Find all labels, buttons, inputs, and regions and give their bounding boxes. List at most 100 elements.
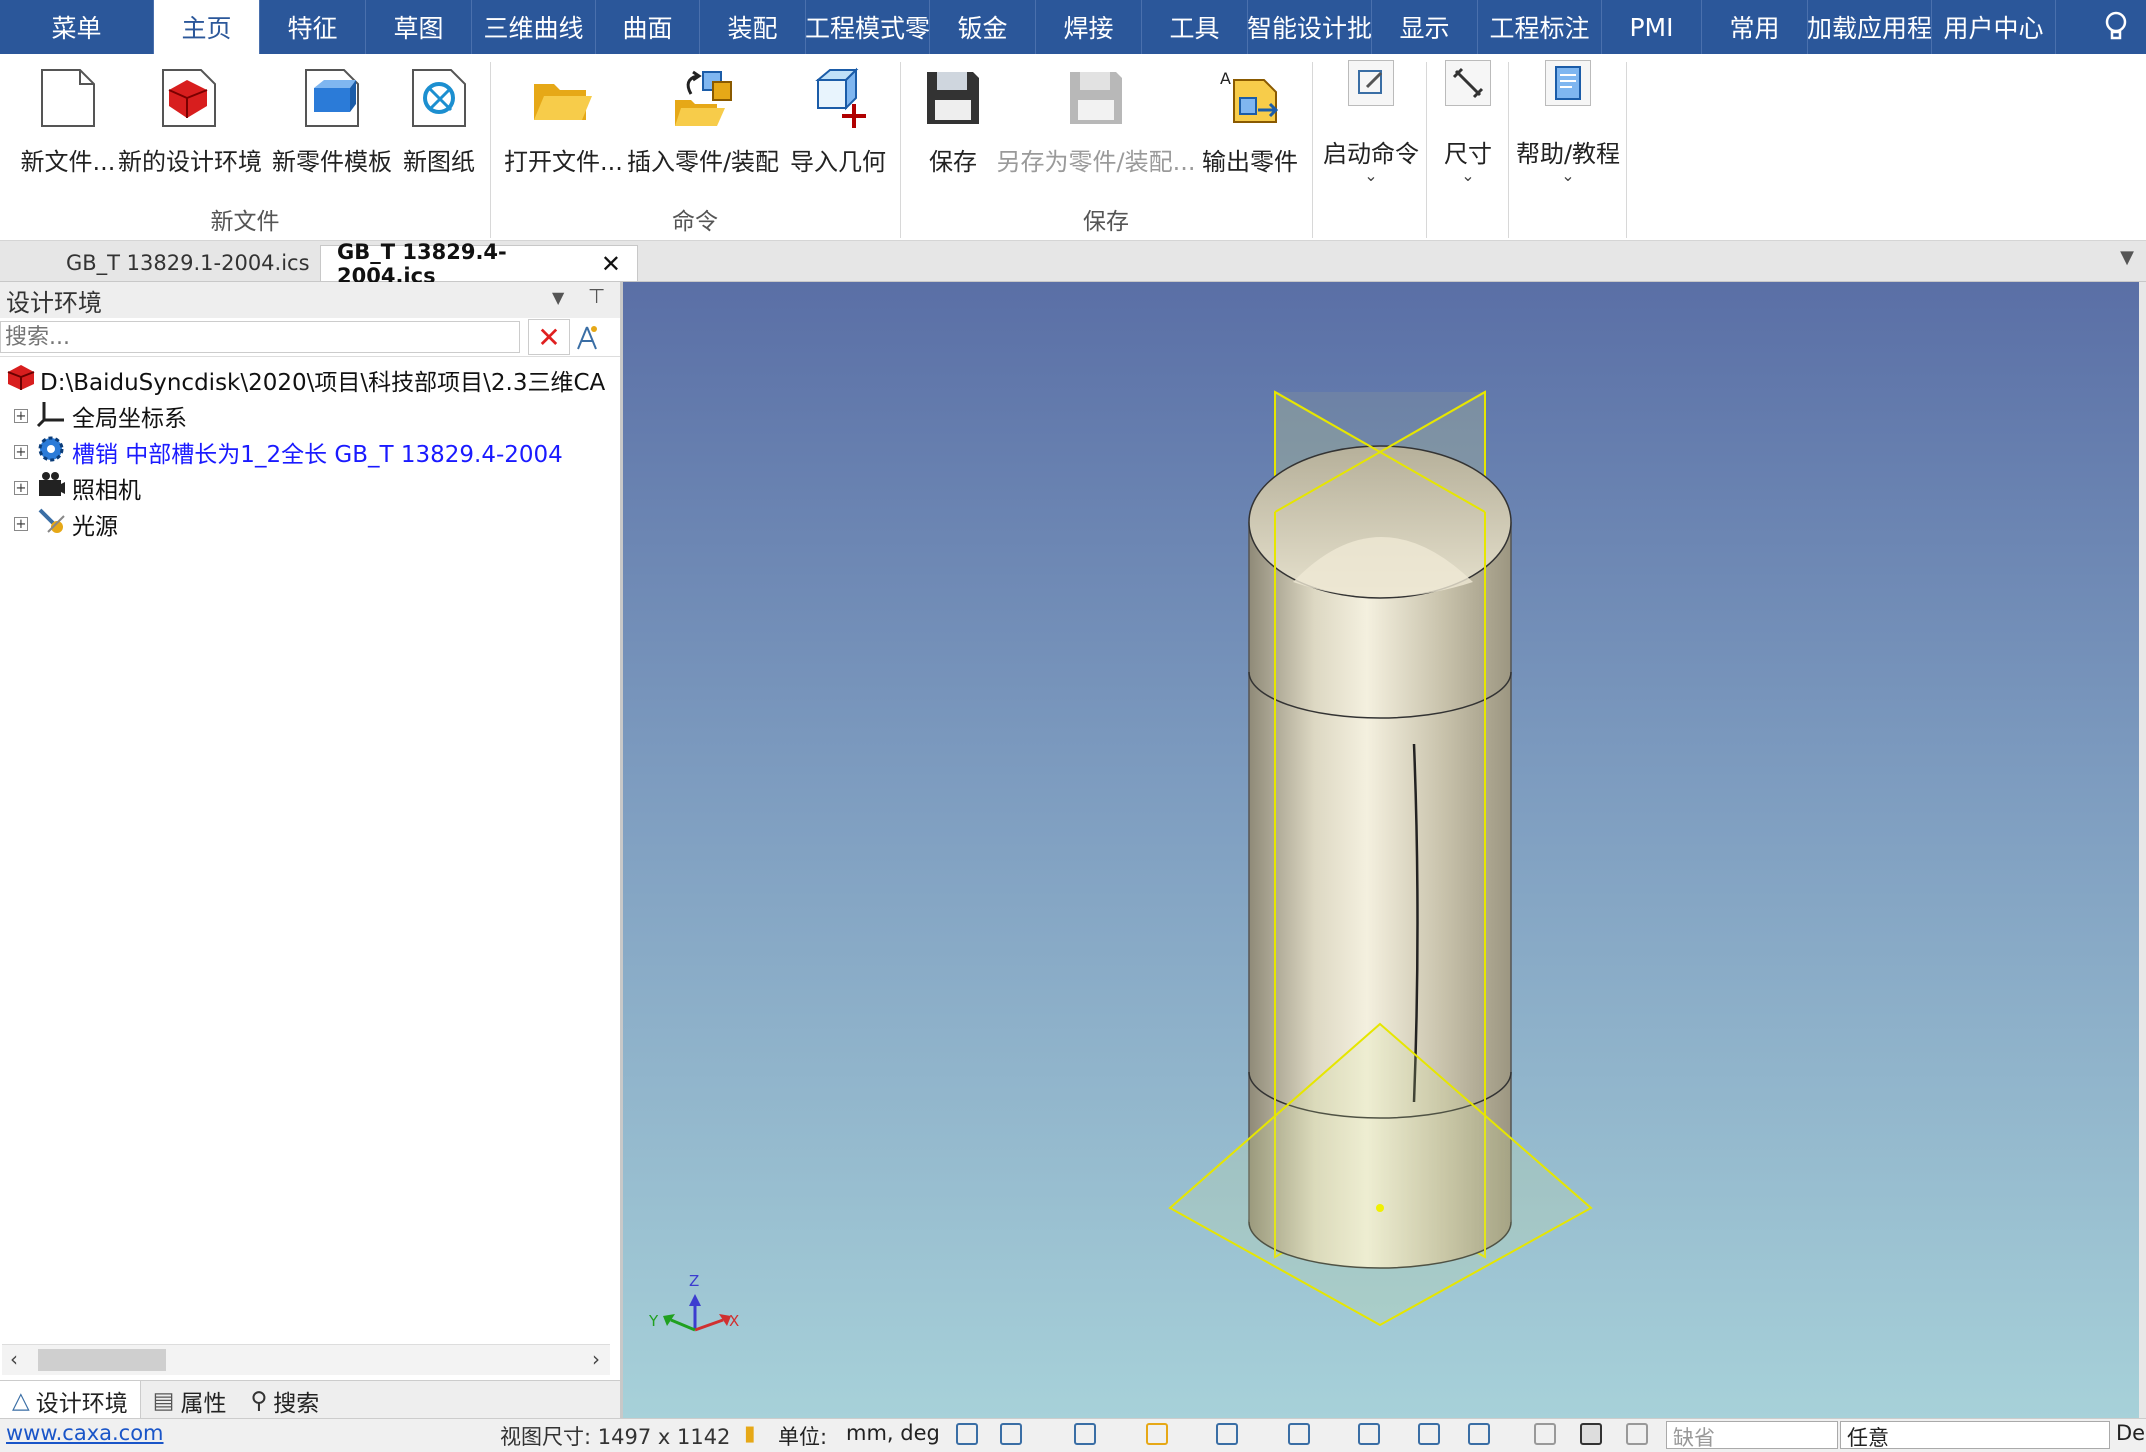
- select-filter-icon[interactable]: [1626, 1423, 1648, 1445]
- redo-icon[interactable]: [1534, 1423, 1556, 1445]
- tree-filter-icon[interactable]: [570, 320, 604, 354]
- panel-tab-label: 设计环境: [35, 1391, 128, 1417]
- floppy-disk-icon: [921, 66, 985, 130]
- save-as-part-button[interactable]: 另存为零件/装配...: [996, 66, 1196, 177]
- tab-menu[interactable]: 菜单: [0, 0, 154, 54]
- ribbon-panel: 新文件... 新的设计环境 新零件模板 新图纸 新文件 打开文件... 插入零件…: [0, 54, 2146, 241]
- new-design-env-label: 新的设计环境: [118, 148, 262, 176]
- insert-part-label: 插入零件/装配: [626, 148, 780, 176]
- panel-tab-label: 搜索: [273, 1391, 320, 1417]
- axis-x-label: X: [729, 1312, 739, 1330]
- start-command-button[interactable]: 启动命令 ⌄: [1318, 60, 1424, 184]
- box-view-icon[interactable]: [1216, 1423, 1238, 1445]
- panel-tab-search[interactable]: ⚲ 搜索: [238, 1381, 331, 1421]
- svg-text:A: A: [1220, 69, 1231, 88]
- origin-point[interactable]: [1376, 1204, 1384, 1212]
- camera-orbit-icon[interactable]: [1288, 1423, 1310, 1445]
- export-part-button[interactable]: A 输出零件: [1198, 66, 1302, 177]
- dimension-button[interactable]: 尺寸 ⌄: [1430, 60, 1506, 184]
- tab-welding[interactable]: 焊接: [1036, 0, 1142, 54]
- tree-item-light[interactable]: + 光源: [0, 506, 118, 542]
- tab-load-apps[interactable]: 加载应用程: [1808, 0, 1932, 54]
- tab-smart-design[interactable]: 智能设计批: [1248, 0, 1372, 54]
- tree-item-camera[interactable]: + 照相机: [0, 470, 141, 506]
- expand-icon[interactable]: +: [14, 517, 28, 531]
- clear-search-button[interactable]: ✕: [528, 319, 570, 355]
- ruler-icon: ▮: [744, 1421, 756, 1445]
- camera-icon: [36, 470, 66, 506]
- scroll-right-icon[interactable]: ›: [592, 1347, 600, 1371]
- expand-icon[interactable]: +: [14, 409, 28, 423]
- tab-assembly[interactable]: 装配: [700, 0, 806, 54]
- tab-home[interactable]: 主页: [154, 0, 260, 54]
- horizontal-scrollbar[interactable]: ‹ ›: [2, 1344, 610, 1375]
- tab-sheet-metal[interactable]: 钣金: [930, 0, 1036, 54]
- help-button[interactable]: 帮助/教程 ⌄: [1512, 60, 1624, 184]
- tree-item-global-coords[interactable]: + 全局坐标系: [0, 398, 187, 434]
- panel-tab-properties[interactable]: ▤ 属性: [141, 1381, 239, 1421]
- doc-tab-label: GB_T 13829.4-2004.ics: [337, 239, 507, 288]
- lightbulb-icon[interactable]: [2086, 0, 2146, 54]
- open-file-button[interactable]: 打开文件...: [504, 66, 623, 177]
- new-file-button[interactable]: 新文件...: [18, 66, 118, 177]
- filter-combo-any[interactable]: 任意: [1840, 1421, 2110, 1450]
- import-geometry-button[interactable]: 导入几何: [786, 66, 890, 177]
- tab-sketch[interactable]: 草图: [366, 0, 472, 54]
- close-icon[interactable]: ✕: [601, 250, 621, 278]
- panel-tab-design-env[interactable]: △ 设计环境: [0, 1381, 141, 1421]
- insert-part-button[interactable]: 插入零件/装配: [624, 66, 782, 177]
- view-orientation-icon[interactable]: [956, 1423, 978, 1445]
- tab-user-center[interactable]: 用户中心: [1932, 0, 2056, 54]
- units-value[interactable]: mm, deg: [846, 1421, 940, 1445]
- new-part-template-button[interactable]: 新零件模板: [270, 66, 394, 177]
- tab-engineering-mode[interactable]: 工程模式零: [806, 0, 930, 54]
- tab-features[interactable]: 特征: [260, 0, 366, 54]
- zoom-icon[interactable]: [1000, 1423, 1022, 1445]
- tab-3d-curve[interactable]: 三维曲线: [472, 0, 596, 54]
- tab-annotation[interactable]: 工程标注: [1478, 0, 1602, 54]
- tab-common[interactable]: 常用: [1702, 0, 1808, 54]
- visibility-icon[interactable]: [1418, 1423, 1440, 1445]
- search-input[interactable]: [0, 321, 520, 353]
- tab-surface[interactable]: 曲面: [596, 0, 700, 54]
- pin-icon[interactable]: ⊤: [588, 284, 605, 308]
- save-button[interactable]: 保存: [920, 66, 986, 177]
- cube-icon[interactable]: [1468, 1423, 1490, 1445]
- 3d-viewport[interactable]: Z Y X: [623, 282, 2139, 1418]
- select-cursor-icon[interactable]: [1580, 1423, 1602, 1445]
- vertical-scrollbar[interactable]: [2139, 282, 2146, 1418]
- render-mode-icon[interactable]: [1074, 1423, 1096, 1445]
- axis-triad: Z Y X: [648, 1272, 739, 1332]
- part-display-icon[interactable]: [1146, 1423, 1168, 1445]
- group-new-file-label: 新文件: [210, 209, 280, 235]
- tree-root[interactable]: D:\BaiduSyncdisk\2020\项目\科技部项目\2.3三维CA: [0, 362, 620, 398]
- start-command-icon: [1348, 60, 1394, 106]
- combo-value: 任意: [1847, 1426, 1889, 1450]
- document-tab-bar: GB_T 13829.1-2004.ics GB_T 13829.4-2004.…: [0, 240, 2146, 288]
- open-file-label: 打开文件...: [504, 148, 623, 176]
- filter-combo-default[interactable]: 缺省: [1666, 1421, 1838, 1450]
- tab-tools[interactable]: 工具: [1142, 0, 1248, 54]
- tree-item-slotted-pin[interactable]: + 槽销 中部槽长为1_2全长 GB_T 13829.4-2004: [0, 434, 563, 470]
- status-trailing-text: De: [2116, 1421, 2146, 1445]
- coordinate-system-icon: [36, 398, 66, 434]
- import-geometry-label: 导入几何: [790, 148, 886, 176]
- new-drawing-button[interactable]: 新图纸: [396, 66, 482, 177]
- tab-pmi[interactable]: PMI: [1602, 0, 1702, 54]
- datum-plane-xy[interactable]: [1168, 1022, 1593, 1327]
- expand-icon[interactable]: +: [14, 481, 28, 495]
- panel-menu-chevron-icon[interactable]: ▼: [552, 288, 564, 307]
- doc-tab-13829-1[interactable]: GB_T 13829.1-2004.ics: [50, 245, 326, 281]
- tab-display[interactable]: 显示: [1372, 0, 1478, 54]
- design-environment-panel: 设计环境 ▼ ⊤ ✕ D:\BaiduSyncdisk\2020\项目\科技部项…: [0, 282, 623, 1421]
- expand-icon[interactable]: +: [14, 445, 28, 459]
- tree-root-label: D:\BaiduSyncdisk\2020\项目\科技部项目\2.3三维CA: [40, 370, 606, 396]
- shading-icon[interactable]: [1358, 1423, 1380, 1445]
- tab-list-dropdown-icon[interactable]: ▼: [2120, 247, 2134, 268]
- new-design-env-button[interactable]: 新的设计环境: [118, 66, 262, 177]
- doc-tab-13829-4[interactable]: GB_T 13829.4-2004.ics ✕: [320, 240, 638, 288]
- website-link[interactable]: www.caxa.com: [6, 1421, 164, 1445]
- scroll-thumb[interactable]: [38, 1349, 166, 1371]
- scroll-left-icon[interactable]: ‹: [10, 1347, 18, 1371]
- design-env-icon: [157, 66, 221, 130]
